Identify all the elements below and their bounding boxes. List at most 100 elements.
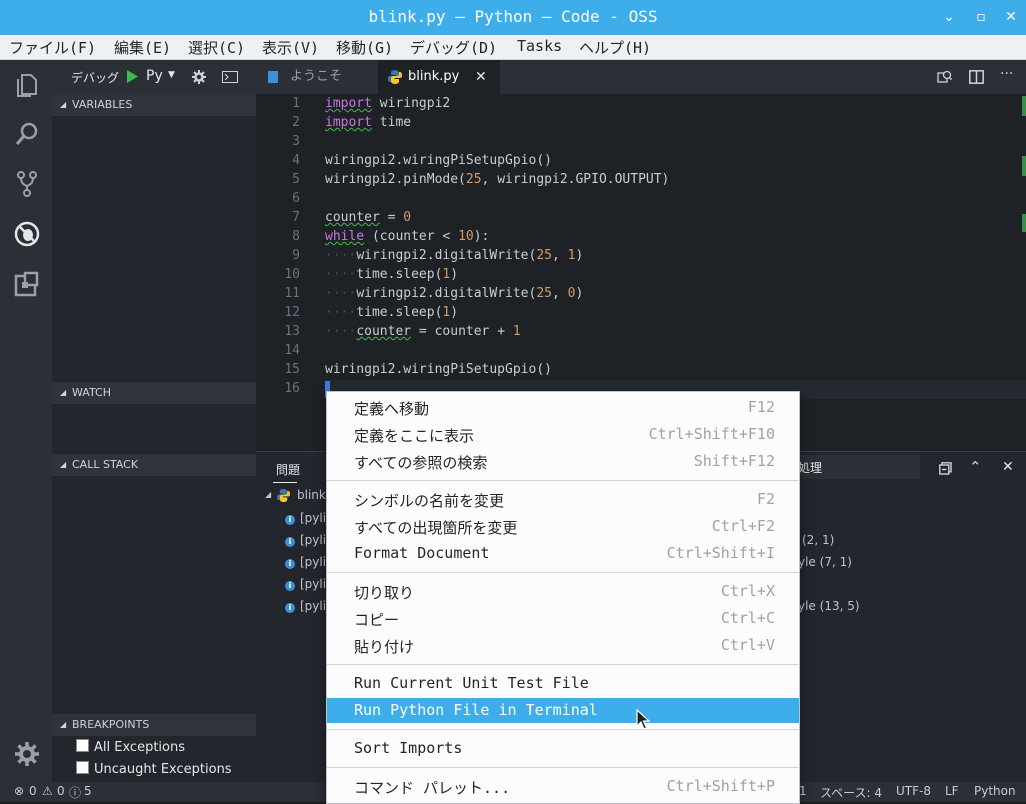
debug-settings-gear-icon[interactable]	[191, 69, 207, 85]
code-line: wiringpi2.wiringPiSetupGpio()	[325, 362, 552, 377]
info-count[interactable]: 5	[84, 784, 92, 798]
menu-item-label: Run Current Unit Test File	[354, 674, 589, 692]
debug-icon[interactable]	[13, 220, 41, 248]
call-stack-section-header[interactable]: ◢ CALL STACK	[52, 454, 256, 476]
close-icon[interactable]: ✕	[475, 60, 487, 94]
menu-item-sort-imports[interactable]: Sort Imports	[327, 736, 799, 761]
filter-input[interactable]: 処理	[786, 455, 920, 479]
debug-toolbar: デバッグ Py ▼	[52, 60, 256, 94]
problem-item[interactable]: i [pylir	[285, 511, 331, 525]
eol-indicator[interactable]: LF	[945, 784, 959, 798]
menu-edit[interactable]: 編集(E)	[114, 37, 171, 58]
language-mode[interactable]: Python	[974, 784, 1016, 798]
code-line: ····wiringpi2.digitalWrite(25, 0)	[325, 286, 584, 301]
code-line: ····wiringpi2.digitalWrite(25, 1)	[325, 248, 584, 263]
menu-debug[interactable]: デバッグ(D)	[410, 37, 497, 58]
collapse-all-icon[interactable]	[939, 462, 952, 475]
menu-item-label: 定義をここに表示	[354, 427, 475, 445]
watch-section-header[interactable]: ◢ WATCH	[52, 382, 256, 404]
maximize-panel-chevron-up-icon[interactable]: ⌃	[969, 458, 982, 476]
line-number: 16	[284, 381, 300, 396]
line-number: 11	[284, 286, 300, 301]
menu-item-cut[interactable]: 切り取り Ctrl+X	[327, 579, 799, 604]
info-count-icon[interactable]: ⓘ	[69, 784, 81, 801]
menu-item-command-palette[interactable]: コマンド パレット... Ctrl+Shift+P	[327, 774, 799, 799]
line-number: 12	[284, 305, 300, 320]
indentation-indicator[interactable]: スペース: 4	[820, 784, 882, 801]
expanded-triangle-icon: ◢	[265, 490, 272, 499]
line-number: 15	[284, 362, 300, 377]
menu-item-find-all-references[interactable]: すべての参照の検索 Shift+F12	[327, 449, 799, 474]
expanded-triangle-icon: ◢	[60, 388, 67, 397]
extensions-icon[interactable]	[13, 270, 41, 298]
code-line: wiringpi2.wiringPiSetupGpio()	[325, 153, 552, 168]
problem-item[interactable]: i [pylir	[285, 533, 331, 547]
close-panel-icon[interactable]: ✕	[1002, 459, 1014, 475]
problem-item[interactable]: i [pylir	[285, 555, 331, 569]
checkbox[interactable]	[76, 739, 89, 752]
gear-icon[interactable]	[13, 740, 41, 768]
tab-problems[interactable]: 問題	[276, 461, 300, 478]
menu-item-format-document[interactable]: Format Document Ctrl+Shift+I	[327, 541, 799, 566]
menu-item-shortcut: Ctrl+Shift+P	[666, 777, 775, 795]
chevron-down-icon[interactable]: ▼	[168, 70, 175, 80]
close-window-button[interactable]: ✕	[1002, 8, 1020, 26]
menu-separator	[327, 767, 799, 768]
encoding-indicator[interactable]: UTF-8	[896, 784, 931, 798]
variables-section-header[interactable]: ◢ VARIABLES	[52, 94, 256, 116]
tab-welcome[interactable]: ようこそ	[256, 60, 378, 94]
menu-item-peek-definition[interactable]: 定義をここに表示 Ctrl+Shift+F10	[327, 422, 799, 447]
open-changes-icon[interactable]	[937, 70, 952, 85]
menu-file[interactable]: ファイル(F)	[9, 37, 96, 58]
debug-console-icon[interactable]	[222, 71, 238, 83]
code-line: counter = 0	[325, 210, 412, 225]
warning-icon[interactable]: ⚠	[42, 784, 53, 798]
line-number: 14	[284, 343, 300, 358]
menu-item-label: シンボルの名前を変更	[354, 492, 505, 510]
line-number: 7	[292, 210, 300, 225]
menu-item-shortcut: F2	[756, 490, 775, 508]
problem-file-name[interactable]: blink	[297, 488, 326, 502]
minimize-button[interactable]: ⌄	[940, 8, 958, 26]
menu-selection[interactable]: 選択(C)	[188, 37, 245, 58]
overview-ruler-mark	[1022, 156, 1026, 176]
tab-blink-py[interactable]: blink.py ✕	[378, 60, 500, 94]
start-debug-icon[interactable]	[127, 70, 138, 83]
menu-help[interactable]: ヘルプ(H)	[579, 37, 651, 58]
menu-item-run-current-unit-test-file[interactable]: Run Current Unit Test File	[327, 671, 799, 696]
maximize-button[interactable]: ▫	[972, 8, 990, 26]
split-editor-icon[interactable]	[969, 70, 984, 84]
breakpoint-all-exceptions[interactable]: All Exceptions	[76, 739, 185, 755]
menu-item-paste[interactable]: 貼り付け Ctrl+V	[327, 633, 799, 658]
menu-item-run-python-file-in-terminal[interactable]: Run Python File in Terminal	[327, 698, 799, 723]
breakpoint-uncaught-exceptions[interactable]: Uncaught Exceptions	[76, 761, 232, 777]
checkbox[interactable]	[76, 761, 89, 774]
menu-item-go-to-definition[interactable]: 定義へ移動 F12	[327, 395, 799, 420]
error-count[interactable]: 0	[29, 784, 37, 798]
info-icon: i	[285, 515, 295, 525]
menu-item-change-all-occurrences[interactable]: すべての出現箇所を変更 Ctrl+F2	[327, 514, 799, 539]
cursor-position[interactable]: 1	[799, 784, 807, 798]
menu-tasks[interactable]: Tasks	[517, 37, 562, 55]
menu-go[interactable]: 移動(G)	[336, 37, 393, 58]
menu-item-copy[interactable]: コピー Ctrl+C	[327, 606, 799, 631]
tab-label: ようこそ	[290, 69, 343, 84]
more-actions-icon[interactable]: ···	[1000, 66, 1013, 82]
info-icon: i	[285, 537, 295, 547]
line-number: 1	[292, 96, 300, 111]
menu-item-rename-symbol[interactable]: シンボルの名前を変更 F2	[327, 487, 799, 512]
problem-item[interactable]: i [pylir	[285, 577, 331, 591]
problem-item[interactable]: i [pylir	[285, 599, 331, 613]
warning-count[interactable]: 0	[57, 784, 65, 798]
error-icon[interactable]: ⊗	[14, 784, 24, 798]
menu-view[interactable]: 表示(V)	[262, 37, 319, 58]
code-line: ····time.sleep(1)	[325, 267, 459, 282]
debug-config-select[interactable]: Py	[146, 68, 163, 84]
explorer-icon[interactable]	[13, 70, 41, 98]
variables-section-title: VARIABLES	[72, 98, 133, 111]
python-file-icon	[388, 70, 402, 84]
search-icon[interactable]	[13, 120, 41, 148]
source-control-icon[interactable]	[13, 170, 41, 198]
info-icon: i	[285, 581, 295, 591]
breakpoints-section-header[interactable]: ◢ BREAKPOINTS	[52, 714, 256, 736]
